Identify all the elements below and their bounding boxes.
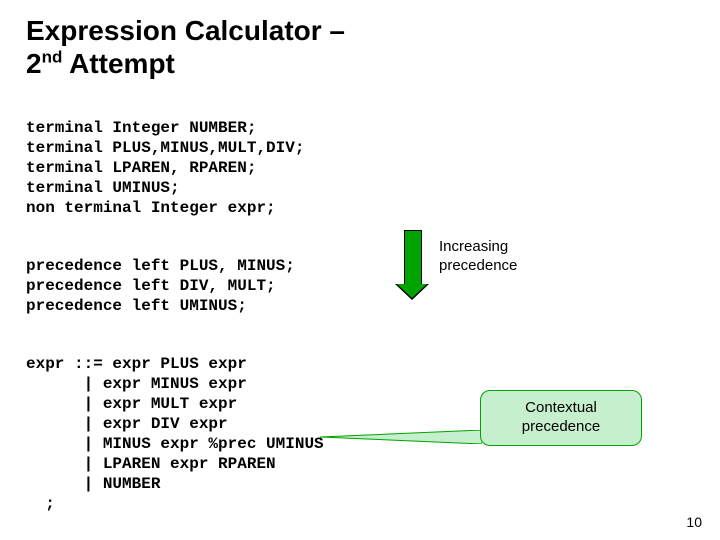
terminal-declarations: terminal Integer NUMBER; terminal PLUS,M… [26,98,694,218]
arrow-label: Increasing precedence [439,238,525,276]
title-sup: nd [42,48,63,67]
title-line2b: Attempt [62,48,175,79]
down-arrow-icon [395,230,429,300]
code-line: | NUMBER [26,475,160,493]
code-line: terminal Integer NUMBER; [26,119,256,137]
code-line: precedence left PLUS, MINUS; [26,257,295,275]
code-line: | expr MULT expr [26,395,237,413]
code-line: terminal PLUS,MINUS,MULT,DIV; [26,139,304,157]
increasing-precedence-annotation: Increasing precedence [395,230,525,300]
code-line: | expr DIV expr [26,415,228,433]
code-line: precedence left DIV, MULT; [26,277,276,295]
slide-title: Expression Calculator – 2nd Attempt [26,14,694,80]
code-line: | expr MINUS expr [26,375,247,393]
code-line: non terminal Integer expr; [26,199,276,217]
code-line: | MINUS expr %prec UMINUS [26,435,324,453]
page-number: 10 [686,514,702,530]
title-line1: Expression Calculator – [26,15,345,46]
slide: Expression Calculator – 2nd Attempt term… [0,0,720,540]
contextual-precedence-callout: Contextual precedence [480,390,642,446]
code-line: terminal LPAREN, RPAREN; [26,159,256,177]
title-line2a: 2 [26,48,42,79]
code-line: precedence left UMINUS; [26,297,247,315]
code-line: terminal UMINUS; [26,179,180,197]
code-line: expr ::= expr PLUS expr [26,355,247,373]
precedence-declarations: precedence left PLUS, MINUS; precedence … [26,236,694,316]
code-line: | LPAREN expr RPAREN [26,455,276,473]
code-line: ; [26,495,55,513]
